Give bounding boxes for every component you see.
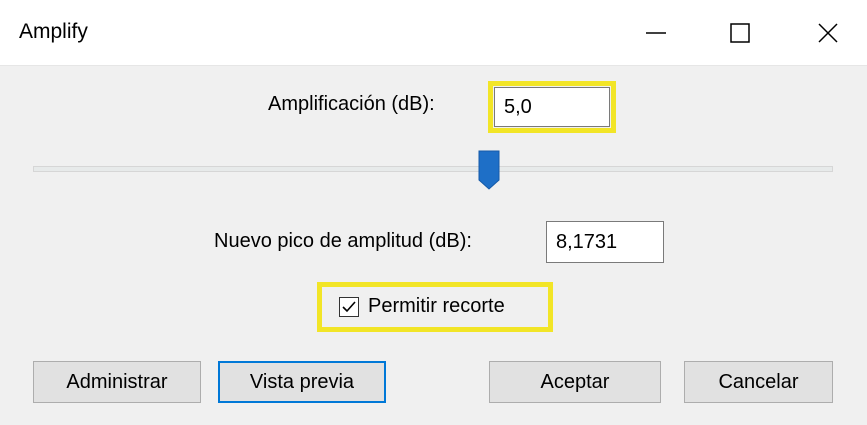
cancel-button-label: Cancelar bbox=[718, 370, 799, 393]
preview-button-label: Vista previa bbox=[249, 370, 355, 393]
close-icon bbox=[818, 23, 838, 43]
peak-input[interactable]: 8,1731 bbox=[546, 221, 664, 263]
ok-button-label: Aceptar bbox=[540, 370, 610, 393]
minimize-button[interactable] bbox=[624, 0, 688, 66]
clipping-checkbox[interactable] bbox=[339, 297, 359, 317]
amplification-value: 5,0 bbox=[504, 95, 532, 118]
clipping-label[interactable]: Permitir recorte bbox=[368, 295, 505, 318]
amplification-label: Amplificación (dB): bbox=[268, 93, 435, 115]
cancel-button[interactable]: Cancelar bbox=[684, 361, 833, 403]
preview-button[interactable]: Vista previa bbox=[218, 361, 386, 403]
maximize-button[interactable] bbox=[708, 0, 772, 66]
window-title: Amplify bbox=[19, 20, 88, 43]
maximize-icon bbox=[730, 23, 750, 43]
manage-button-label: Administrar bbox=[66, 370, 168, 393]
amplification-slider-thumb[interactable] bbox=[478, 150, 500, 190]
dialog-body: Amplificación (dB): 5,0 Nuevo pico de am… bbox=[0, 66, 867, 425]
title-bar: Amplify bbox=[0, 0, 867, 66]
peak-value: 8,1731 bbox=[556, 230, 618, 253]
ok-button[interactable]: Aceptar bbox=[489, 361, 661, 403]
minimize-icon bbox=[646, 32, 666, 34]
amplification-input[interactable]: 5,0 bbox=[494, 87, 610, 127]
close-button[interactable] bbox=[796, 0, 860, 66]
peak-label: Nuevo pico de amplitud (dB): bbox=[214, 230, 472, 252]
checkmark-icon bbox=[342, 301, 356, 313]
amplification-slider-track[interactable] bbox=[33, 166, 833, 172]
manage-button[interactable]: Administrar bbox=[33, 361, 201, 403]
